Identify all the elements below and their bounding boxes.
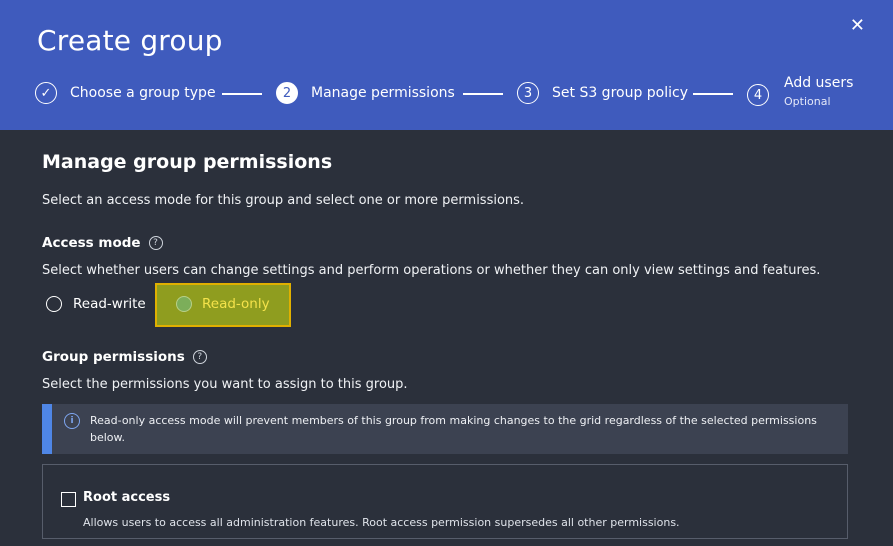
radio-label: Read-only: [202, 296, 270, 312]
group-permissions-label: Group permissions: [42, 349, 185, 365]
root-access-checkbox[interactable]: [61, 492, 76, 507]
section-heading: Manage group permissions: [42, 151, 333, 173]
help-icon[interactable]: ?: [192, 350, 207, 364]
info-alert: i Read-only access mode will prevent mem…: [42, 404, 848, 454]
access-mode-label: Access mode: [42, 235, 141, 251]
step-choose-group-type: ✓ Choose a group type: [35, 82, 216, 104]
intro-text: Select an access mode for this group and…: [42, 193, 525, 208]
radio-selected-icon: [176, 296, 192, 312]
radio-read-write[interactable]: Read-write: [46, 296, 146, 312]
step-number: 4: [747, 84, 769, 106]
checkmark-icon: ✓: [35, 82, 57, 104]
access-mode-title: Access mode ?: [42, 235, 163, 251]
step-label: Set S3 group policy: [552, 85, 689, 101]
access-mode-description: Select whether users can change settings…: [42, 263, 821, 278]
step-label-group: Add users Optional: [784, 75, 853, 108]
step-set-s3-group-policy: 3 Set S3 group policy: [517, 82, 688, 104]
step-number: 3: [517, 82, 539, 104]
step-label: Choose a group type: [70, 85, 216, 101]
help-icon[interactable]: ?: [148, 236, 163, 250]
radio-read-only[interactable]: Read-only: [176, 296, 270, 312]
radio-label: Read-write: [73, 296, 146, 312]
step-label: Manage permissions: [311, 85, 455, 101]
step-manage-permissions: 2 Manage permissions: [276, 82, 455, 104]
permission-title[interactable]: Root access: [83, 490, 170, 505]
step-number: 2: [276, 82, 298, 104]
step-connector: [222, 93, 262, 95]
dialog-title: Create group: [37, 24, 223, 57]
step-sublabel: Optional: [784, 95, 831, 108]
step-label: Add users: [784, 75, 854, 91]
close-icon[interactable]: ✕: [850, 15, 865, 36]
info-text: Read-only access mode will prevent membe…: [90, 414, 817, 444]
group-permissions-title: Group permissions ?: [42, 349, 207, 365]
permission-description: Allows users to access all administratio…: [83, 516, 680, 529]
radio-button-icon: [46, 296, 62, 312]
info-icon: i: [64, 413, 80, 429]
step-add-users: 4 Add users Optional: [747, 75, 853, 108]
group-permissions-description: Select the permissions you want to assig…: [42, 377, 408, 392]
permission-card-root-access: Root access Allows users to access all a…: [42, 464, 848, 539]
step-connector: [693, 93, 733, 95]
step-connector: [463, 93, 503, 95]
dialog-header: Create group ✕ ✓ Choose a group type 2 M…: [0, 0, 893, 130]
